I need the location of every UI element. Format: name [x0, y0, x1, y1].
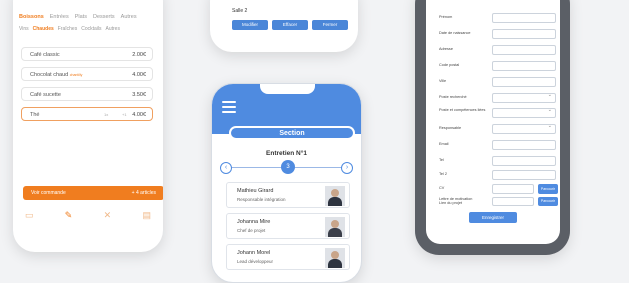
item-price: 2.00€ [132, 52, 146, 58]
order-bar-count: + 4 articles [131, 190, 156, 196]
avatar [325, 248, 345, 268]
tab-plats[interactable]: Plats [75, 14, 87, 20]
item-price: 4.00€ [132, 72, 146, 78]
field-label: Poste et compétences liées [439, 108, 486, 112]
person-role: Lead développeur [237, 259, 274, 264]
subtab-vins[interactable]: Vins [19, 26, 29, 32]
tab-autres[interactable]: Autres [121, 14, 137, 20]
email-field[interactable] [492, 140, 556, 150]
subcategory-tabs: Vins Chaudes Fraîches Cocktails Autres [19, 26, 159, 32]
category-tabs: Boissons Entrées Plats Desserts Autres [19, 14, 159, 20]
field-label: Code postal [439, 63, 460, 67]
field-label: Tel 2 [439, 172, 448, 176]
chevron-right-icon[interactable]: › [341, 162, 353, 174]
subtab-autres[interactable]: Autres [106, 26, 120, 32]
person-name: Johanna Mire [237, 219, 271, 225]
interview-stepper: ‹ 3 › [220, 160, 353, 175]
step-number: 3 [281, 160, 295, 174]
tab-desserts[interactable]: Desserts [93, 14, 115, 20]
menu-item[interactable]: Café classic 2.00€ [21, 47, 153, 61]
subtab-fraiches[interactable]: Fraîches [58, 26, 77, 32]
room-card-phone: Salle 2 Modifier Effacer Fermer [210, 0, 358, 52]
browse-letter-button[interactable]: Parcourir [538, 197, 558, 206]
person-name: Mathieu Girard [237, 188, 274, 194]
section-phone: Section Entretien N°1 ‹ 3 › Mathieu Gira… [211, 83, 362, 283]
add-one-button[interactable]: +1 [122, 112, 127, 117]
item-name: Chocolat chaud chantilly [30, 72, 83, 78]
skills-select[interactable] [492, 107, 556, 118]
receipt-icon[interactable]: ▤ [142, 210, 151, 221]
item-name: Thé [30, 112, 40, 118]
close-button[interactable]: Fermer [312, 20, 348, 30]
phone-notch [260, 84, 315, 94]
position-select[interactable] [492, 92, 556, 103]
field-label: CV [439, 186, 445, 190]
field-label: Email [439, 142, 449, 146]
item-name: Café sucette [30, 92, 61, 98]
field-label: Lien du projet [439, 201, 463, 205]
item-name: Café classic [30, 52, 60, 58]
menu-phone: Boissons Entrées Plats Desserts Autres V… [13, 0, 163, 252]
bottom-toolbar: ▭ ✎ ✕ ▤ [25, 210, 151, 221]
field-label: Ville [439, 79, 447, 83]
firstname-input[interactable] [492, 13, 556, 23]
person-card[interactable]: Johanna Mire Chef de projet [226, 213, 350, 239]
tab-boissons[interactable]: Boissons [19, 14, 44, 20]
subtab-chaudes[interactable]: Chaudes [33, 26, 54, 32]
modify-button[interactable]: Modifier [232, 20, 268, 30]
person-card[interactable]: Johann Morel Lead développeur [226, 244, 350, 270]
interview-title: Entretien N°1 [266, 150, 307, 157]
section-title: Section [229, 126, 355, 140]
person-card[interactable]: Mathieu Girard Responsable intégration [226, 182, 350, 208]
hamburger-menu-icon[interactable] [222, 101, 236, 116]
view-order-button[interactable]: Voir commande + 4 articles [23, 186, 163, 200]
field-label: Adresse [439, 47, 453, 51]
menu-item[interactable]: Café sucette 3.50€ [21, 87, 153, 101]
quantity-label[interactable]: 1x [104, 112, 108, 117]
person-name: Johann Morel [237, 250, 271, 256]
person-role: Responsable intégration [237, 197, 286, 202]
phone-field[interactable] [492, 156, 556, 166]
item-price: 4.00€ [132, 112, 146, 118]
manager-select[interactable] [492, 123, 556, 134]
field-label: Tel [439, 158, 444, 162]
order-bar-label: Voir commande [31, 190, 66, 196]
avatar [325, 186, 345, 206]
field-label: Responsable [439, 126, 462, 130]
room-label: Salle 2 [232, 8, 248, 14]
field-label: Poste recherché [439, 95, 467, 99]
field-label: Date de naissance [439, 31, 471, 35]
address-input[interactable] [492, 45, 556, 55]
cutlery-icon[interactable]: ✕ [104, 210, 112, 221]
form-screen: Prénom Date de naissance Adresse Code po… [426, 0, 560, 244]
menu-item[interactable]: Chocolat chaud chantilly 4.00€ [21, 67, 153, 81]
submit-button[interactable]: Enregistrer [469, 212, 517, 223]
item-price: 3.50€ [132, 92, 146, 98]
chevron-left-icon[interactable]: ‹ [220, 162, 232, 174]
tab-entrees[interactable]: Entrées [50, 14, 69, 20]
person-role: Chef de projet [237, 228, 266, 233]
card-icon[interactable]: ▭ [25, 210, 34, 221]
cv-file-input[interactable] [492, 184, 534, 194]
edit-icon[interactable]: ✎ [65, 210, 73, 221]
cover-letter-input[interactable] [492, 197, 534, 206]
phone2-field[interactable] [492, 170, 556, 180]
city-input[interactable] [492, 77, 556, 87]
menu-item-selected[interactable]: Thé 1x +1 4.00€ [21, 107, 153, 121]
avatar [325, 217, 345, 237]
subtab-cocktails[interactable]: Cocktails [81, 26, 101, 32]
birthdate-input[interactable] [492, 29, 556, 39]
postal-code-input[interactable] [492, 61, 556, 71]
delete-button[interactable]: Effacer [272, 20, 308, 30]
item-tag: chantilly [69, 73, 83, 77]
browse-cv-button[interactable]: Parcourir [538, 184, 558, 194]
field-label: Prénom [439, 15, 453, 19]
